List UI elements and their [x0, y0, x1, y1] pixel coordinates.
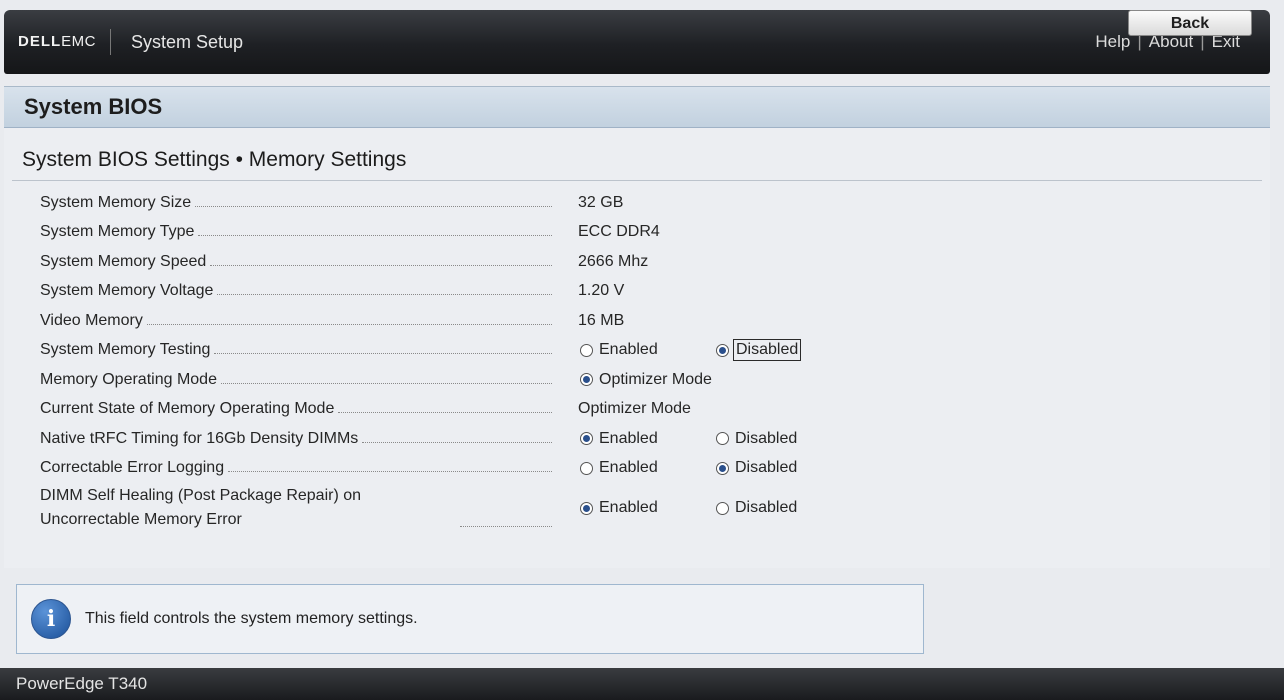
bottom-bar: PowerEdge T340 [0, 668, 1284, 700]
title-divider [12, 180, 1262, 181]
dot-leader [146, 323, 552, 325]
setting-label: System Memory Size [40, 193, 552, 212]
setting-label: DIMM Self Healing (Post Package Repair) … [40, 484, 552, 532]
setting-row: System Memory Speed 2666 Mhz [4, 247, 1270, 277]
radio-label: Enabled [599, 341, 658, 359]
help-text: This field controls the system memory se… [85, 610, 418, 627]
setting-label: Native tRFC Timing for 16Gb Density DIMM… [40, 429, 552, 448]
radio-label: Disabled [732, 339, 802, 362]
setting-value: 32 GB [578, 193, 624, 211]
setting-label: Video Memory [40, 311, 552, 330]
settings-list: System Memory Size 32 GB System Memory Typ… [4, 188, 1270, 533]
setting-label-text: System Memory Voltage [40, 282, 218, 301]
settings-panel: System BIOS Settings • Memory Settings S… [4, 128, 1270, 568]
top-header-bar: DELLEMC System Setup Help | About | Exit [4, 10, 1270, 74]
help-box: i This field controls the system memory … [16, 584, 924, 654]
radio-label: Optimizer Mode [599, 370, 712, 388]
logo-emc: EMC [61, 33, 97, 50]
radio-button[interactable] [580, 501, 593, 515]
radio-button[interactable] [716, 461, 729, 475]
radio-option-disabled[interactable]: Disabled [716, 339, 802, 362]
setting-label-text: Memory Operating Mode [40, 370, 221, 389]
app-title: System Setup [131, 31, 244, 52]
setting-row: Memory Operating Mode Optimizer Mode [4, 365, 1270, 395]
dot-leader [362, 441, 552, 443]
setting-row: System Memory Voltage 1.20 V [4, 277, 1270, 307]
radio-label: Enabled [599, 499, 658, 516]
dell-emc-logo: DELLEMC [18, 29, 112, 55]
setting-label: System Memory Speed [40, 252, 552, 271]
setting-row: Current State of Memory Operating Mode Op… [4, 395, 1270, 425]
section-title: System BIOS [24, 94, 163, 119]
dot-leader [210, 264, 552, 266]
setting-row: Video Memory 16 MB [4, 306, 1270, 336]
radio-label: Disabled [735, 499, 798, 516]
radio-button[interactable] [716, 432, 729, 446]
radio-button[interactable] [580, 461, 593, 475]
setting-value: ECC DDR4 [578, 223, 660, 241]
radio-label: Enabled [599, 459, 658, 477]
setting-label-text: System Memory Testing [40, 341, 215, 360]
dot-leader [338, 412, 552, 414]
brand-area: DELLEMC System Setup [4, 10, 243, 74]
radio-option-optimizer-mode[interactable]: Optimizer Mode [580, 371, 712, 389]
setting-label-text: System Memory Type [40, 223, 199, 242]
radio-label: Disabled [735, 429, 798, 447]
dot-leader [220, 382, 552, 384]
setting-label-text: Native tRFC Timing for 16Gb Density DIMM… [40, 429, 363, 448]
setting-label: Current State of Memory Operating Mode [40, 400, 552, 419]
setting-row: Native tRFC Timing for 16Gb Density DIMM… [4, 424, 1270, 454]
radio-label: Enabled [599, 429, 658, 447]
dot-leader [195, 205, 552, 207]
setting-label-text: DIMM Self Healing (Post Package Repair) … [40, 484, 460, 532]
section-header: System BIOS [4, 86, 1270, 128]
setting-row: System Memory Testing Enabled Disabled [4, 336, 1270, 366]
help-link[interactable]: Help [1095, 32, 1130, 52]
radio-option-enabled[interactable]: Enabled [580, 499, 658, 517]
setting-row: DIMM Self Healing (Post Package Repair) … [4, 483, 1270, 533]
setting-label: Correctable Error Logging [40, 459, 552, 478]
radio-option-disabled[interactable]: Disabled [716, 459, 797, 477]
model-name: PowerEdge T340 [16, 674, 148, 693]
setting-label-text: Current State of Memory Operating Mode [40, 400, 339, 419]
info-icon: i [31, 599, 71, 639]
logo-dell: DELL [18, 33, 62, 50]
setting-label-text: Video Memory [40, 311, 147, 330]
setting-label: System Memory Type [40, 223, 552, 242]
setting-row: System Memory Size 32 GB [4, 188, 1270, 218]
radio-label: Disabled [735, 459, 798, 477]
radio-button[interactable] [716, 343, 729, 357]
dot-leader [460, 526, 552, 527]
setting-label: Memory Operating Mode [40, 370, 552, 389]
radio-option-enabled[interactable]: Enabled [580, 341, 658, 359]
radio-button[interactable] [580, 373, 593, 387]
setting-label-text: Correctable Error Logging [40, 459, 229, 478]
setting-row: System Memory Type ECC DDR4 [4, 218, 1270, 248]
back-button[interactable]: Back [1128, 10, 1252, 36]
setting-label: System Memory Testing [40, 341, 552, 360]
setting-value: 1.20 V [578, 282, 625, 300]
setting-label-text: System Memory Size [40, 193, 196, 212]
dot-leader [217, 294, 552, 296]
setting-value: 2666 Mhz [578, 252, 649, 270]
dot-leader [198, 235, 552, 237]
setting-label: System Memory Voltage [40, 282, 552, 301]
radio-option-enabled[interactable]: Enabled [580, 459, 658, 477]
radio-option-enabled[interactable]: Enabled [580, 430, 658, 448]
setting-value: 16 MB [578, 311, 625, 329]
page-title: System BIOS Settings • Memory Settings [22, 148, 407, 171]
radio-button[interactable] [716, 501, 729, 515]
setting-value: Optimizer Mode [578, 400, 691, 418]
radio-button[interactable] [580, 343, 593, 357]
dot-leader [214, 353, 552, 355]
radio-button[interactable] [580, 432, 593, 446]
radio-option-disabled[interactable]: Disabled [716, 499, 797, 517]
setting-label-text: System Memory Speed [40, 252, 211, 271]
dot-leader [228, 471, 552, 473]
radio-option-disabled[interactable]: Disabled [716, 430, 797, 448]
setting-row: Correctable Error Logging Enabled Disabled [4, 454, 1270, 484]
